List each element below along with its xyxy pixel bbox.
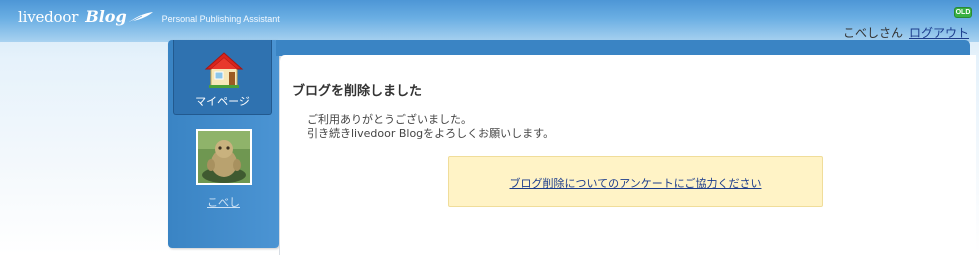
user-avatar[interactable] [196, 129, 252, 185]
main-content: ブログを削除しました ご利用ありがとうございました。 引き続きlivedoor … [279, 55, 976, 255]
content-top-strip [276, 40, 970, 56]
page-title: ブログを削除しました [292, 84, 423, 99]
left-sidebar: マイページ こべし [168, 40, 279, 248]
mypage-label: マイページ [195, 95, 250, 108]
username-label: こべしさん [842, 26, 903, 40]
user-area: こべしさん ログアウト [843, 24, 969, 41]
avatar-image [198, 131, 250, 183]
continue-message: 引き続きlivedoor Blogをよろしくお願いします。 [307, 127, 555, 140]
house-icon [204, 52, 244, 88]
logo-blog-text: Blog [85, 7, 127, 26]
logout-link[interactable]: ログアウト [909, 26, 969, 40]
survey-box: ブログ削除についてのアンケートにご協力ください [448, 156, 823, 207]
header-bar: livedoor Blog Personal Publishing Assist… [0, 0, 979, 42]
old-version-badge[interactable]: OLD [954, 7, 972, 18]
mypage-button[interactable]: マイページ [173, 40, 272, 115]
avatar-name-link[interactable]: こべし [168, 194, 279, 210]
survey-link[interactable]: ブログ削除についてのアンケートにご協力ください [449, 175, 822, 191]
logo-livedoor-text: livedoor [18, 8, 79, 26]
feather-icon [128, 12, 153, 23]
livedoor-blog-logo[interactable]: livedoor Blog Personal Publishing Assist… [18, 6, 280, 26]
logo-tagline: Personal Publishing Assistant [161, 14, 280, 24]
